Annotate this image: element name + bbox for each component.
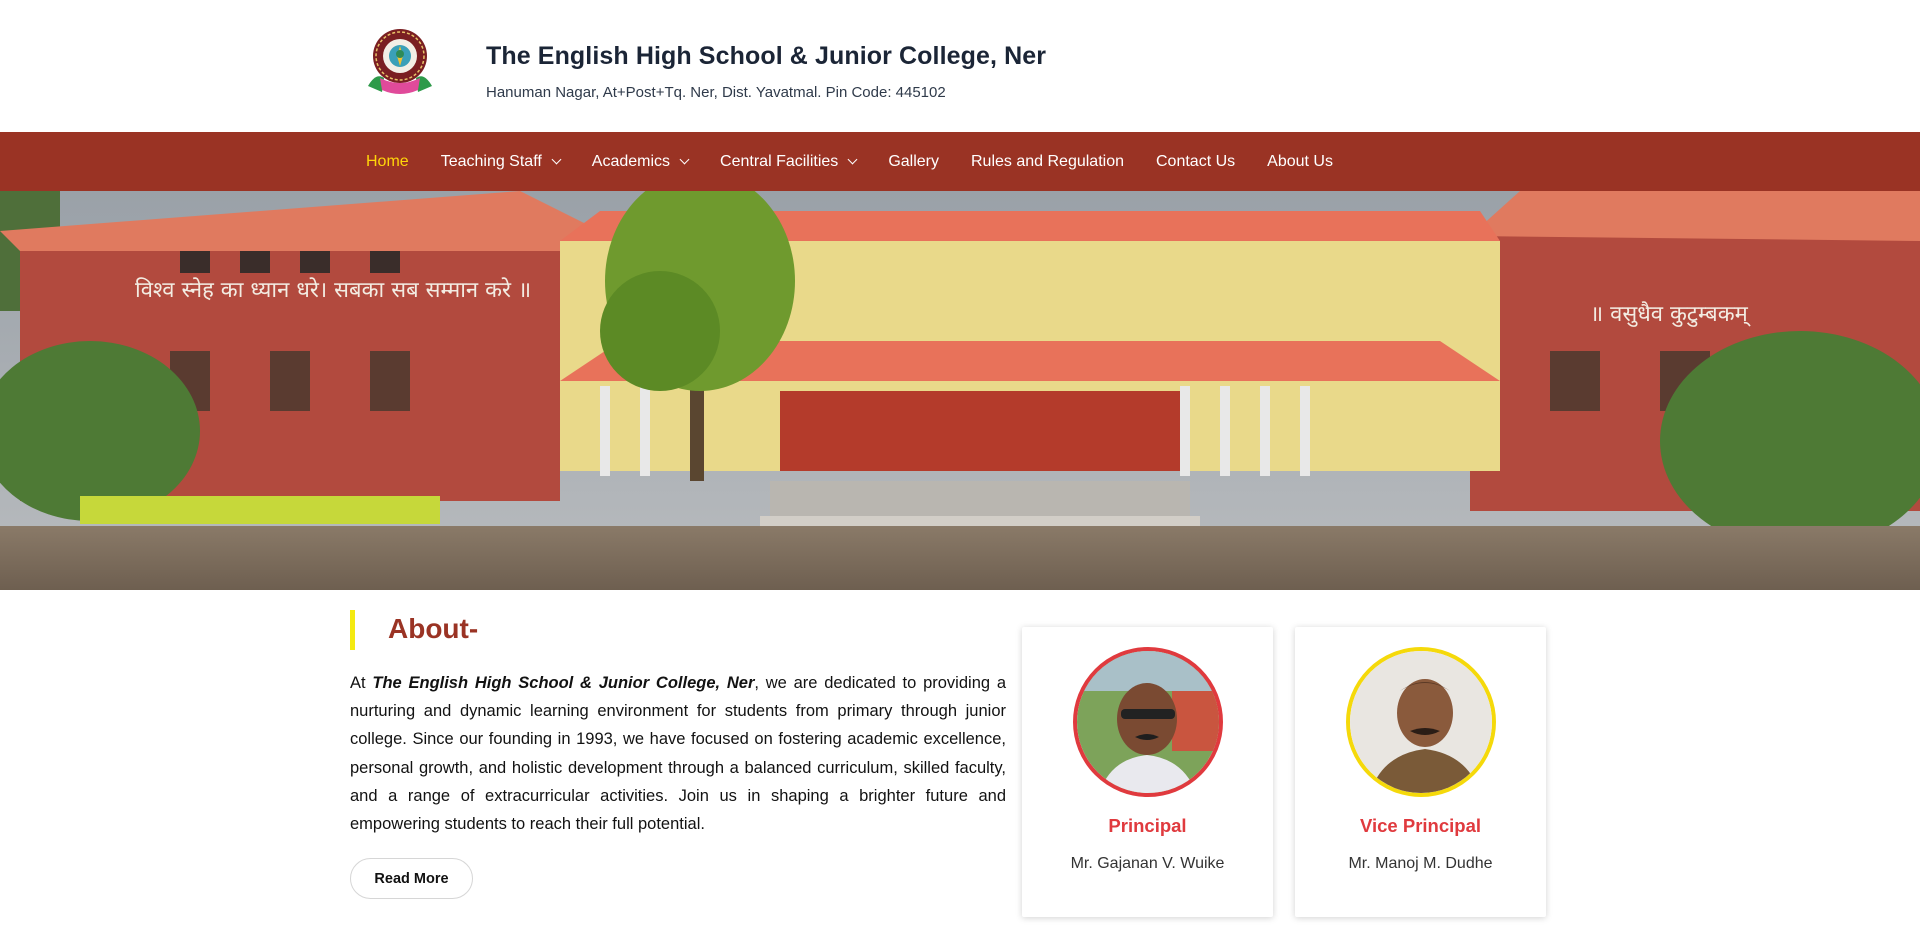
site-title[interactable]: The English High School & Junior College…	[486, 42, 1046, 71]
avatar	[1073, 647, 1223, 797]
chevron-down-icon	[551, 154, 562, 165]
staff-name: Mr. Gajanan V. Wuike	[1070, 855, 1225, 872]
staff-role: Vice Principal	[1360, 815, 1481, 836]
main-nav: Home Teaching Staff Academics Central Fa…	[0, 132, 1920, 191]
nav-item-label: Gallery	[888, 152, 939, 170]
nav-item-gallery[interactable]: Gallery	[888, 153, 939, 171]
nav-item-home[interactable]: Home	[366, 153, 409, 171]
school-logo[interactable]	[362, 26, 438, 102]
nav-menu: Home Teaching Staff Academics Central Fa…	[366, 132, 1365, 191]
nav-item-label: Home	[366, 152, 409, 170]
about-intro: At	[350, 674, 373, 692]
nav-item-label: Contact Us	[1156, 152, 1236, 170]
nav-item-central-facilities[interactable]: Central Facilities	[720, 152, 858, 171]
about-accent-bar	[350, 610, 355, 650]
chevron-down-icon	[679, 154, 690, 165]
staff-card-principal[interactable]: Principal Mr. Gajanan V. Wuike	[1022, 627, 1273, 917]
about-body: , we are dedicated to providing a nurtur…	[350, 674, 1006, 834]
wall-text-right: ॥ वसुधैव कुटुम्बकम्	[1590, 301, 1751, 327]
staff-name: Mr. Manoj M. Dudhe	[1348, 855, 1493, 872]
nav-item-label: Academics	[591, 152, 671, 170]
nav-item-label: About Us	[1267, 152, 1333, 170]
nav-item-teaching-staff[interactable]: Teaching Staff	[440, 152, 562, 171]
nav-item-academics[interactable]: Academics	[591, 152, 690, 171]
staff-role: Principal	[1108, 815, 1187, 836]
avatar	[1346, 647, 1496, 797]
nav-item-label: Central Facilities	[720, 152, 839, 170]
staff-card-vice-principal[interactable]: Vice Principal Mr. Manoj M. Dudhe	[1295, 627, 1546, 917]
about-school-name: The English High School & Junior College…	[372, 674, 755, 692]
about-paragraph: At The English High School & Junior Coll…	[350, 669, 1006, 838]
hero-banner-image: विश्व स्नेह का ध्यान धरे। सबका सब सम्मान…	[0, 191, 1920, 590]
nav-item-label: Rules and Regulation	[971, 152, 1124, 170]
site-header: The English High School & Junior College…	[0, 0, 1920, 132]
chevron-down-icon	[847, 154, 858, 165]
wall-text-left: विश्व स्नेह का ध्यान धरे। सबका सब सम्मान…	[135, 277, 531, 303]
nav-item-rules-and-regulation[interactable]: Rules and Regulation	[971, 153, 1124, 171]
nav-item-contact-us[interactable]: Contact Us	[1156, 153, 1235, 171]
nav-item-about-us[interactable]: About Us	[1267, 153, 1333, 171]
read-more-button[interactable]: Read More	[350, 858, 473, 899]
site-address: Hanuman Nagar, At+Post+Tq. Ner, Dist. Ya…	[486, 84, 946, 101]
nav-item-label: Teaching Staff	[440, 152, 542, 170]
about-heading: About-	[388, 613, 479, 644]
